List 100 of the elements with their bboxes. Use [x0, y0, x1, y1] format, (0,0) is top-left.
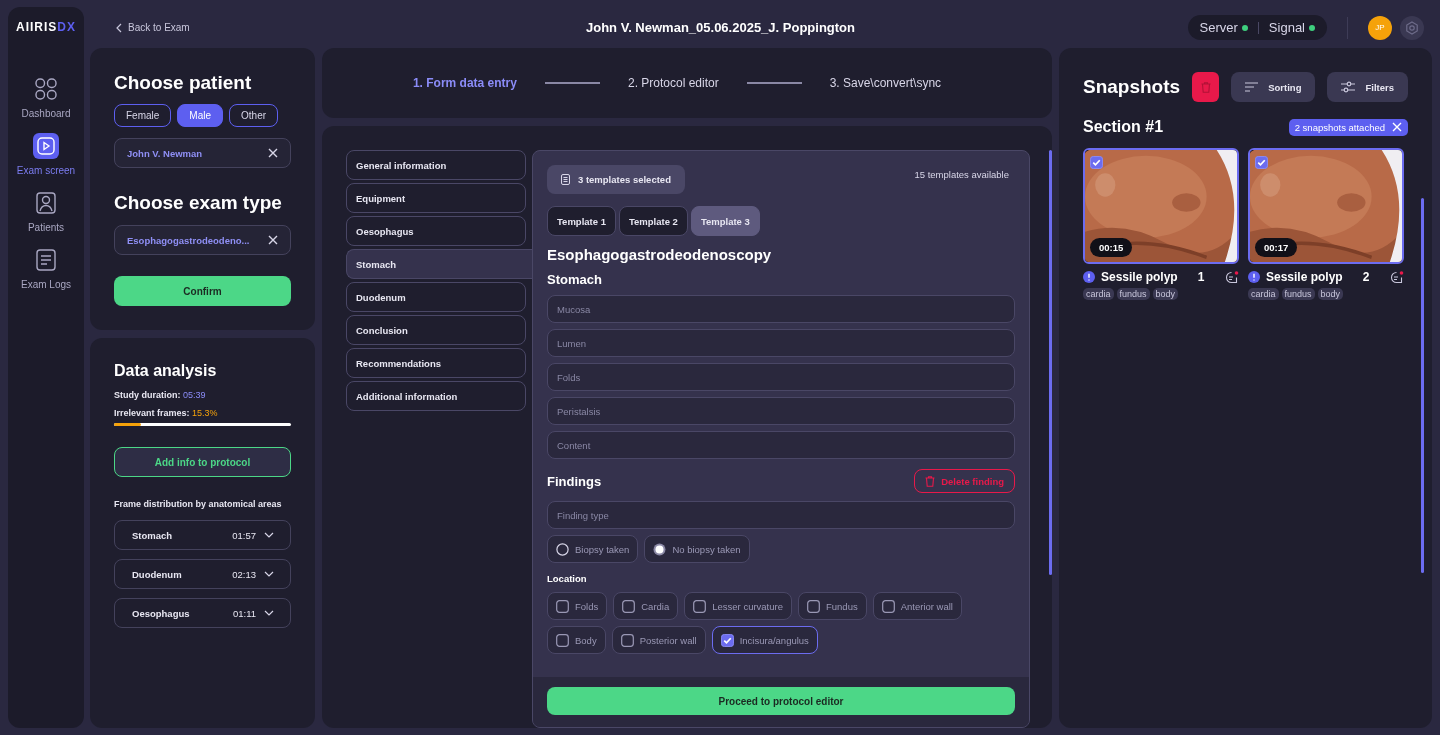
time-badge: 00:17 [1255, 238, 1298, 257]
delete-button[interactable] [1192, 72, 1220, 102]
area-name: Stomach [132, 529, 173, 541]
input-field[interactable]: Finding type [547, 501, 1015, 529]
checked-checkbox[interactable] [1090, 156, 1103, 169]
input-field[interactable]: Lumen [547, 329, 1015, 357]
stat-label: Irrelevant frames: [114, 408, 190, 418]
section-tab[interactable]: Duodenum [346, 282, 526, 312]
distribution-title: Frame distribution by anatomical areas [114, 498, 283, 510]
section-tab[interactable]: Stomach [346, 249, 532, 279]
input-field[interactable]: Folds [547, 363, 1015, 391]
snapshot-title: Sessile polyp [1266, 270, 1343, 284]
step-tab[interactable]: 3. Save\convert\sync [829, 76, 942, 90]
snapshot-number: 2 [1362, 270, 1370, 284]
templates-selected-chip[interactable]: 3 templates selected [547, 165, 685, 194]
section-tab[interactable]: Conclusion [346, 315, 526, 345]
checkbox[interactable] [807, 599, 820, 613]
snapshot-title: Sessile polyp [1101, 270, 1178, 284]
scrollbar[interactable] [1421, 198, 1424, 573]
back-link[interactable]: Back to Exam [116, 22, 586, 33]
comment-icon[interactable] [1390, 270, 1404, 284]
templates-available: 15 templates available [914, 169, 1009, 180]
step-tab[interactable]: 1. Form data entry [412, 76, 517, 90]
section-title: Choose exam type [114, 192, 283, 214]
area-dropdown[interactable]: Oesophagus 01:11 [114, 598, 291, 628]
checkbox-option[interactable]: Folds [547, 592, 608, 620]
selected-radio[interactable] [653, 542, 667, 556]
status-label: Server [1199, 20, 1238, 35]
comment-icon[interactable] [1225, 270, 1239, 284]
nav-item[interactable]: Exam screen [10, 133, 82, 176]
close-icon[interactable] [268, 148, 278, 158]
checked-checkbox[interactable] [1255, 156, 1268, 169]
area-time: 01:57 [232, 529, 256, 541]
close-icon[interactable] [268, 235, 278, 245]
checkbox[interactable] [556, 599, 569, 613]
add-info-button[interactable]: Add info to protocol [114, 447, 291, 477]
checkbox-option[interactable]: Cardia [613, 592, 679, 620]
filters-button[interactable]: Filters [1327, 72, 1408, 102]
attached-badge[interactable]: 2 snapshots attached [1288, 118, 1408, 136]
checkbox-option[interactable]: Fundus [798, 592, 867, 620]
tag: body [1152, 288, 1179, 300]
gender-option[interactable]: Female [114, 104, 172, 127]
nav-item[interactable]: Exam Logs [10, 247, 82, 290]
sorting-button[interactable]: Sorting [1231, 72, 1316, 102]
section-tab[interactable]: Equipment [346, 183, 526, 213]
scrollbar[interactable] [1049, 150, 1052, 575]
radio-option[interactable]: No biopsy taken [644, 535, 750, 563]
document-icon [36, 249, 56, 271]
checkbox-option[interactable]: Anterior wall [872, 592, 962, 620]
nav-item[interactable]: Dashboard [10, 76, 82, 119]
input-field[interactable]: Content [547, 431, 1015, 459]
panel-title: Snapshots [1083, 76, 1181, 98]
exam-title: John V. Newman_05.06.2025_J. Poppington [586, 20, 856, 35]
checkbox[interactable] [620, 633, 634, 647]
grid-icon [35, 78, 57, 100]
sliders-icon [1341, 81, 1356, 93]
area-dropdown[interactable]: Stomach 01:57 [114, 520, 291, 550]
checkbox[interactable] [693, 599, 707, 613]
template-tab[interactable]: Template 1 [547, 206, 616, 236]
section-tab[interactable]: Recommendations [346, 348, 526, 378]
ring-icon [1405, 20, 1419, 35]
tag: body [1317, 288, 1344, 300]
patient-field[interactable]: John V. Newman [114, 138, 291, 168]
checkbox-option[interactable]: Lesser curvature [684, 592, 792, 620]
template-tab[interactable]: Template 3 [690, 206, 760, 236]
section-title: Data analysis [114, 362, 218, 380]
checkbox[interactable] [556, 633, 569, 647]
area-dropdown[interactable]: Duodenum 02:13 [114, 559, 291, 589]
settings-button[interactable] [1400, 15, 1424, 40]
radio-option[interactable]: Biopsy taken [547, 535, 639, 563]
form-subheading: Stomach [547, 272, 603, 287]
section-tab[interactable]: General information [346, 150, 526, 180]
chevron-left-icon [116, 22, 122, 33]
alert-icon [1083, 271, 1095, 283]
snapshot-thumbnail[interactable]: 00:17 [1248, 148, 1404, 264]
area-name: Oesophagus [132, 607, 190, 619]
checked-checkbox[interactable] [720, 633, 734, 647]
section-tab[interactable]: Oesophagus [346, 216, 526, 246]
exam-type-field[interactable]: Esophagogastrodeodeno... [114, 225, 291, 255]
section-title: Choose patient [114, 72, 253, 94]
trash-icon [925, 475, 936, 487]
checkbox[interactable] [622, 599, 636, 613]
checkbox[interactable] [881, 599, 895, 613]
nav-item[interactable]: Patients [10, 190, 82, 233]
input-field[interactable]: Peristalsis [547, 397, 1015, 425]
radio[interactable] [556, 542, 569, 556]
input-field[interactable]: Mucosa [547, 295, 1015, 323]
checkbox-option[interactable]: Body [547, 626, 606, 654]
gender-option[interactable]: Male [177, 104, 224, 127]
tag: fundus [1281, 288, 1315, 300]
proceed-button[interactable]: Proceed to protocol editor [547, 687, 1015, 715]
gender-option[interactable]: Other [229, 104, 279, 127]
template-tab[interactable]: Template 2 [618, 206, 688, 236]
location-title: Location [547, 573, 588, 584]
snapshot-thumbnail[interactable]: 00:15 [1083, 148, 1239, 264]
step-tab[interactable]: 2. Protocol editor [627, 76, 719, 90]
section-tab[interactable]: Additional information [346, 381, 526, 411]
trash-icon [1200, 81, 1211, 93]
checkbox-option[interactable]: Posterior wall [611, 626, 706, 654]
confirm-button[interactable]: Confirm [114, 276, 291, 306]
